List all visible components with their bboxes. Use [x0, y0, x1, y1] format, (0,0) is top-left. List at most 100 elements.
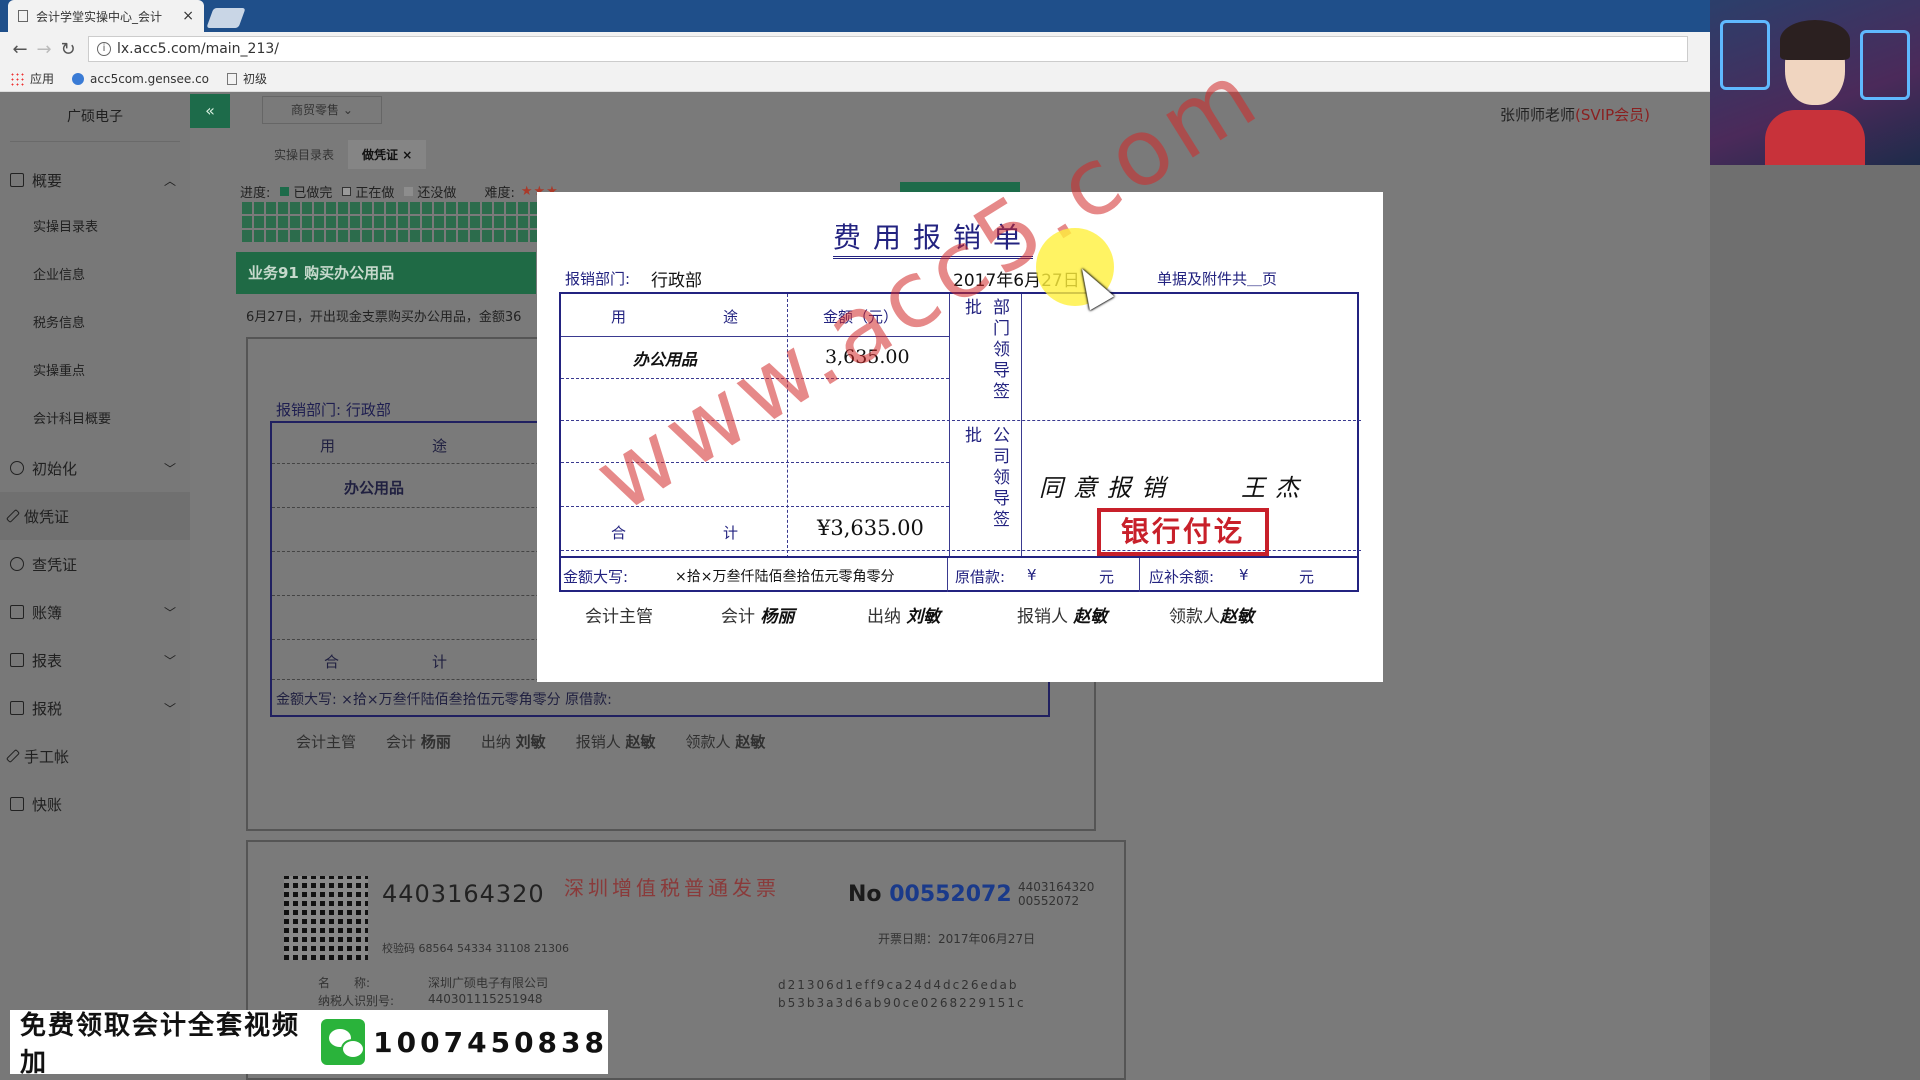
- bg-receiver-label: 领款人: [685, 733, 731, 751]
- chevron-down-icon: ﹀: [163, 461, 176, 476]
- progress-label: 进度:: [240, 186, 271, 201]
- bookmark-chuji[interactable]: 初级: [227, 70, 267, 87]
- done-swatch: [280, 187, 290, 196]
- sidebar-item-label: 报表: [32, 651, 63, 670]
- invoice-no-small: 00552072: [1018, 894, 1080, 908]
- sidebar-item-ledger[interactable]: 账簿 ﹀: [0, 588, 190, 636]
- browser-tab[interactable]: 会计学堂实操中心_会计 ×: [8, 0, 204, 32]
- company-sign-label: 公司领导签批: [961, 426, 1009, 531]
- chevron-down-icon: ﹀: [163, 701, 176, 716]
- bg-chief-label: 会计主管: [296, 733, 357, 751]
- sidebar-sub-catalog[interactable]: 实操目录表: [0, 204, 190, 252]
- row-divider: [561, 378, 949, 379]
- sidebar-item-manual[interactable]: 手工帐: [0, 732, 190, 780]
- bg-amount-words-value: ×拾×万叁仟陆佰叁拾伍元零角零分: [341, 692, 561, 708]
- sidebar-item-label: 做凭证: [24, 507, 70, 526]
- presenter-hair: [1780, 20, 1850, 60]
- search-icon: [10, 557, 24, 571]
- bg-col-purpose-b: 途: [432, 437, 448, 455]
- company-name: 广硕电子: [10, 92, 180, 142]
- address-bar: ← → ↻ i lx.acc5.com/main_213/: [0, 32, 1710, 66]
- bg-amount-words: 金额大写: ×拾×万叁仟陆佰叁拾伍元零角零分 原借款:: [276, 689, 612, 709]
- reload-icon[interactable]: ↻: [56, 39, 80, 60]
- sidebar-sub-key-points[interactable]: 实操重点: [0, 348, 190, 396]
- user-name[interactable]: 张师师老师(SVIP会员): [1500, 104, 1650, 125]
- bg-cashier: 刘敏: [515, 733, 546, 751]
- sidebar-item-init[interactable]: 初始化 ﹀: [0, 444, 190, 492]
- top-bar: « 商贸零售 ⌄ 张师师老师(SVIP会员): [190, 92, 1710, 132]
- sidebar-item-label: 手工帐: [24, 747, 70, 766]
- balance-unit: 元: [1299, 568, 1315, 586]
- promo-text: 免费领取会计全套视频加: [20, 1011, 301, 1078]
- industry-select[interactable]: 商贸零售 ⌄: [262, 96, 382, 124]
- bookmark-apps[interactable]: 应用: [10, 70, 54, 87]
- sidebar-sub-accounts[interactable]: 会计科目概要: [0, 396, 190, 444]
- back-icon[interactable]: ←: [8, 39, 32, 60]
- sidebar-item-quick[interactable]: 快账: [0, 780, 190, 828]
- tab-catalog[interactable]: 实操目录表: [260, 140, 348, 169]
- sidebar-item-reports[interactable]: 报表 ﹀: [0, 636, 190, 684]
- bg-borrowed-label: 原借款:: [565, 692, 612, 708]
- bg-dept-label: 报销部门:: [276, 401, 342, 419]
- collapse-sidebar-button[interactable]: «: [190, 94, 230, 128]
- bg-total-a: 合: [324, 653, 340, 671]
- new-tab-button[interactable]: [206, 8, 246, 28]
- claimant-label: 报销人: [1017, 607, 1068, 627]
- bg-col-purpose-a: 用: [320, 437, 336, 455]
- col-divider: [949, 294, 950, 558]
- row-divider: [561, 336, 949, 337]
- chevron-down-icon: ﹀: [163, 653, 176, 668]
- close-icon[interactable]: ×: [402, 148, 412, 162]
- bg-claimant-label: 报销人: [575, 733, 621, 751]
- task-description: 6月27日，开出现金支票购买办公用品，金额36: [246, 310, 522, 325]
- sidebar-item-label: 账簿: [32, 603, 63, 622]
- qr-code-icon: [284, 876, 368, 960]
- invoice-cipher: d21306d1eff9ca24d4dc26edab: [778, 978, 1019, 992]
- gear-icon: [10, 461, 24, 475]
- balance-value: ¥: [1239, 566, 1249, 584]
- total-label-a: 合: [611, 524, 627, 542]
- bg-accountant-label: 会计: [386, 733, 417, 751]
- bg-claimant: 赵敏: [625, 733, 656, 751]
- invoice-issue-date: 开票日期：2017年06月27日: [878, 932, 1036, 946]
- forward-icon[interactable]: →: [32, 39, 56, 60]
- invoice-buyer-tax: 440301115251948: [428, 992, 543, 1006]
- cashier-name: 刘敏: [906, 607, 941, 627]
- progress-grid[interactable]: [242, 202, 542, 242]
- col-divider: [947, 558, 948, 592]
- sidebar-sub-tax-info[interactable]: 税务信息: [0, 300, 190, 348]
- sidebar-item-make-voucher[interactable]: 做凭证: [0, 492, 190, 540]
- borrowed-label: 原借款:: [955, 568, 1006, 586]
- grid-icon: [10, 173, 24, 187]
- tab-make-voucher[interactable]: 做凭证 ×: [348, 140, 427, 169]
- sidebar-item-tax[interactable]: 报税 ﹀: [0, 684, 190, 732]
- sidebar-item-label: 查凭证: [32, 555, 78, 574]
- url-input[interactable]: i lx.acc5.com/main_213/: [88, 36, 1688, 62]
- bg-item: 办公用品: [344, 479, 405, 497]
- invoice-title: 深圳增值税普通发票: [564, 876, 780, 900]
- user-label: 张师师老师: [1500, 106, 1576, 124]
- attachments-label: 单据及附件共＿页: [1157, 270, 1278, 288]
- pencil-icon: [5, 508, 21, 524]
- wechat-icon: [321, 1019, 366, 1065]
- sidebar-item-query-voucher[interactable]: 查凭证: [0, 540, 190, 588]
- sign-receiver: 领款人赵敏: [1169, 602, 1254, 627]
- info-icon[interactable]: i: [97, 42, 111, 56]
- dept-sign-label: 部门领导签批: [961, 298, 1009, 403]
- sidebar-item-label: 报税: [32, 699, 63, 718]
- document-icon: [10, 701, 24, 715]
- sidebar-sub-company-info[interactable]: 企业信息: [0, 252, 190, 300]
- bg-signatures: 会计主管 会计 杨丽 出纳 刘敏 报销人 赵敏 领款人 赵敏: [296, 731, 765, 752]
- bg-receiver: 赵敏: [735, 733, 766, 751]
- sidebar-item-overview[interactable]: 概要 ︿: [0, 156, 190, 204]
- bookmark-label: acc5com.gensee.co: [90, 71, 210, 86]
- close-tab-icon[interactable]: ×: [182, 8, 194, 24]
- sidebar-item-label: 概要: [32, 171, 63, 190]
- sidebar-item-label: 初始化: [32, 459, 78, 478]
- bookmark-gensee[interactable]: acc5com.gensee.co: [72, 72, 209, 86]
- row-divider: [561, 462, 949, 463]
- tab-label: 做凭证: [362, 148, 399, 162]
- accountant-label: 会计: [721, 607, 755, 627]
- amount-words: ×拾×万叁仟陆佰叁拾伍元零角零分: [675, 569, 895, 585]
- action-button[interactable]: [900, 182, 1020, 192]
